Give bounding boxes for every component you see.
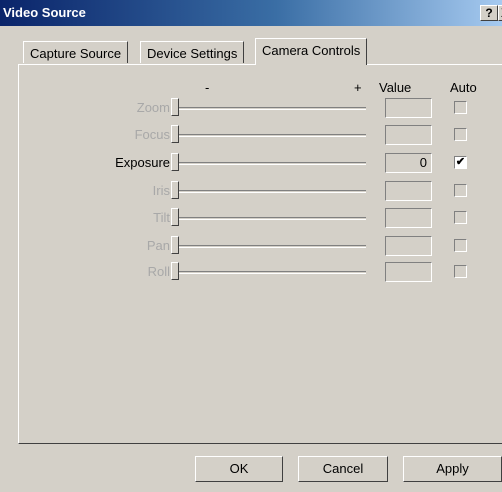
tab-panel xyxy=(18,64,502,444)
tab-device-settings[interactable]: Device Settings xyxy=(140,41,245,63)
title-bar[interactable]: Video Source ? X xyxy=(0,0,502,26)
tab-camera-controls[interactable]: Camera Controls xyxy=(255,38,368,65)
window-title: Video Source xyxy=(3,5,86,20)
cancel-button[interactable]: Cancel xyxy=(298,456,388,482)
apply-button[interactable]: Apply xyxy=(403,456,502,482)
help-button[interactable]: ? xyxy=(480,5,498,21)
close-button[interactable]: X xyxy=(498,5,502,21)
ok-button[interactable]: OK xyxy=(195,456,283,482)
tab-capture-source[interactable]: Capture Source xyxy=(23,41,129,63)
